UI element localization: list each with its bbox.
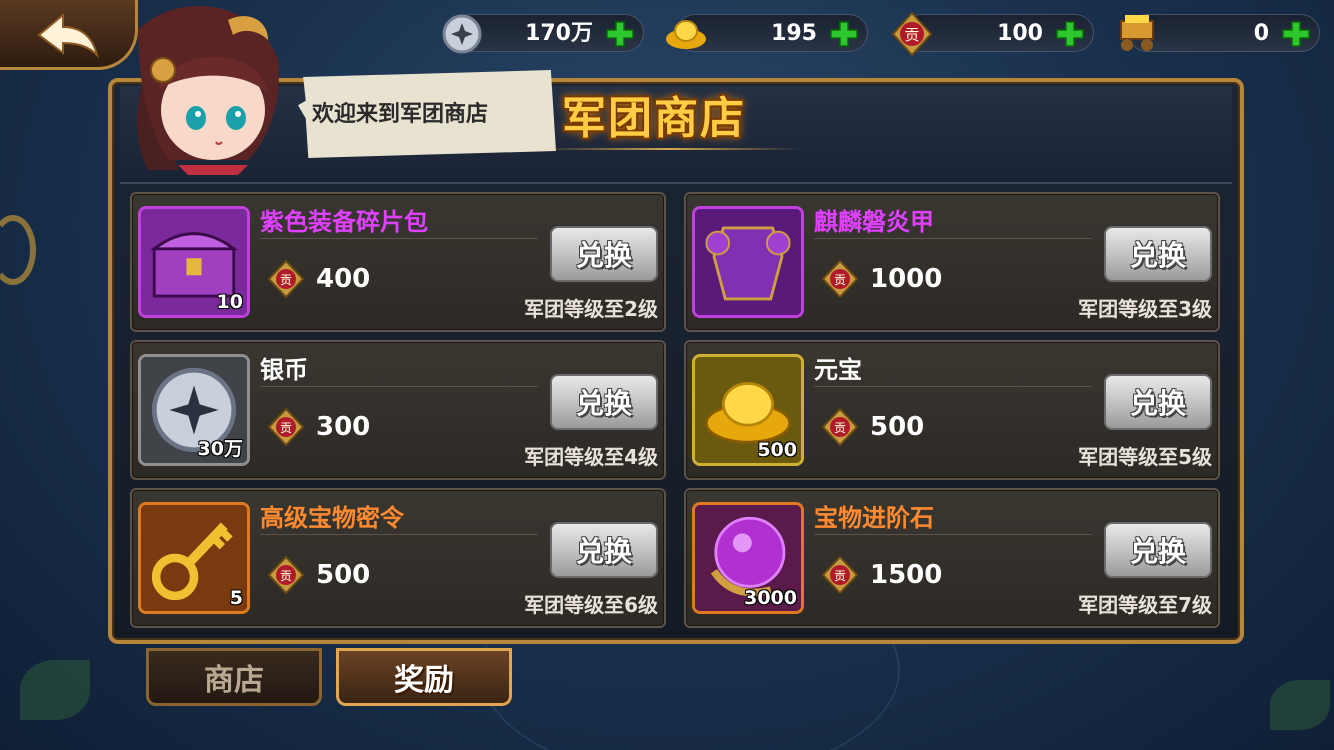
gold-ingot-icon[interactable]: 500 — [692, 354, 804, 466]
item-divider — [260, 534, 538, 535]
silver-coin-icon[interactable]: 30万 — [138, 354, 250, 466]
shop-item-card: 500 元宝贡 500 兑换军团等级至5级 — [684, 340, 1220, 480]
exchange-button[interactable]: 兑换 — [1104, 374, 1212, 430]
shop-item-card: 麒麟磐炎甲贡 1000 兑换军团等级至3级 — [684, 192, 1220, 332]
contribution-badge-icon: 贡 — [891, 11, 933, 57]
add-treasure-button[interactable] — [1281, 20, 1311, 48]
item-quantity: 5 — [229, 587, 243, 609]
svg-text:贡: 贡 — [834, 569, 846, 583]
shop-item-card: 5 高级宝物密令贡 500 兑换军团等级至6级 — [130, 488, 666, 628]
exchange-button[interactable]: 兑换 — [550, 522, 658, 578]
item-divider — [260, 386, 538, 387]
currency-contribution: 贡 100 — [891, 11, 1094, 57]
item-requirement: 军团等级至5级 — [1078, 445, 1212, 469]
gold-ingot-icon — [666, 20, 706, 49]
item-quantity: 3000 — [744, 587, 797, 609]
gold-value: 195 — [771, 21, 817, 46]
item-name: 银币 — [260, 356, 308, 384]
exchange-button[interactable]: 兑换 — [1104, 522, 1212, 578]
shop-item-card: 10 紫色装备碎片包贡 400 兑换军团等级至2级 — [130, 192, 666, 332]
item-price: 500 — [870, 412, 925, 442]
treasure-cart-icon — [1120, 15, 1154, 51]
shop-item-card: 30万 银币贡 300 兑换军团等级至4级 — [130, 340, 666, 480]
item-name: 麒麟磐炎甲 — [814, 208, 934, 236]
page-title: 军团商店 — [562, 93, 746, 144]
svg-text:贡: 贡 — [280, 421, 292, 435]
contribution-value: 100 — [997, 21, 1043, 46]
exchange-button[interactable]: 兑换 — [550, 374, 658, 430]
item-requirement: 军团等级至2级 — [524, 297, 658, 321]
contribution-badge-icon: 贡 — [268, 408, 304, 446]
currency-silver: 170万 — [442, 14, 644, 54]
item-name: 宝物进阶石 — [814, 504, 934, 532]
contribution-badge-icon: 贡 — [822, 556, 858, 594]
item-price: 500 — [316, 560, 371, 590]
shop-item-card: 3000 宝物进阶石贡 1500 兑换军团等级至7级 — [684, 488, 1220, 628]
svg-text:贡: 贡 — [904, 26, 919, 44]
item-divider — [814, 534, 1092, 535]
background-emblem — [0, 215, 36, 285]
item-requirement: 军团等级至3级 — [1078, 297, 1212, 321]
contribution-badge-icon: 贡 — [268, 556, 304, 594]
background-leaf — [1270, 680, 1330, 730]
purple-gem-icon[interactable]: 3000 — [692, 502, 804, 614]
back-arrow-icon — [36, 12, 99, 58]
item-divider — [814, 386, 1092, 387]
item-price: 1000 — [870, 264, 943, 294]
item-divider — [814, 238, 1092, 239]
background-leaf — [20, 660, 90, 720]
item-name: 高级宝物密令 — [260, 504, 404, 532]
contribution-badge-icon: 贡 — [268, 260, 304, 298]
contribution-badge-icon: 贡 — [822, 408, 858, 446]
item-price: 400 — [316, 264, 371, 294]
exchange-button[interactable]: 兑换 — [1104, 226, 1212, 282]
contribution-badge-icon: 贡 — [822, 260, 858, 298]
add-silver-button[interactable] — [605, 20, 635, 48]
silver-coin-icon — [442, 14, 482, 54]
purple-armor-icon[interactable] — [692, 206, 804, 318]
svg-text:贡: 贡 — [280, 569, 292, 583]
item-price: 1500 — [870, 560, 943, 590]
item-name: 元宝 — [814, 356, 862, 384]
tab-shop[interactable]: 商店 — [146, 648, 322, 706]
currency-treasure: 0 — [1120, 14, 1320, 52]
item-quantity: 30万 — [197, 438, 243, 460]
item-requirement: 军团等级至7级 — [1078, 593, 1212, 617]
silver-value: 170万 — [525, 21, 593, 46]
add-contribution-button[interactable] — [1055, 20, 1085, 48]
svg-text:贡: 贡 — [280, 273, 292, 287]
npc-avatar — [137, 6, 279, 175]
item-name: 紫色装备碎片包 — [260, 208, 428, 236]
tab-reward[interactable]: 奖励 — [336, 648, 512, 706]
treasure-value: 0 — [1253, 21, 1269, 46]
item-requirement: 军团等级至6级 — [524, 593, 658, 617]
item-price: 300 — [316, 412, 371, 442]
svg-text:贡: 贡 — [834, 273, 846, 287]
add-gold-button[interactable] — [829, 20, 859, 48]
item-quantity: 10 — [216, 291, 243, 313]
item-quantity: 500 — [757, 439, 797, 461]
item-divider — [260, 238, 538, 239]
title-divider — [540, 148, 800, 150]
golden-key-icon[interactable]: 5 — [138, 502, 250, 614]
speech-text: 欢迎来到军团商店 — [312, 102, 489, 127]
exchange-button[interactable]: 兑换 — [550, 226, 658, 282]
currency-gold: 195 — [666, 14, 868, 52]
svg-text:贡: 贡 — [834, 421, 846, 435]
npc-speech-bubble: 欢迎来到军团商店 — [298, 70, 556, 158]
purple-chest-icon[interactable]: 10 — [138, 206, 250, 318]
item-requirement: 军团等级至4级 — [524, 445, 658, 469]
